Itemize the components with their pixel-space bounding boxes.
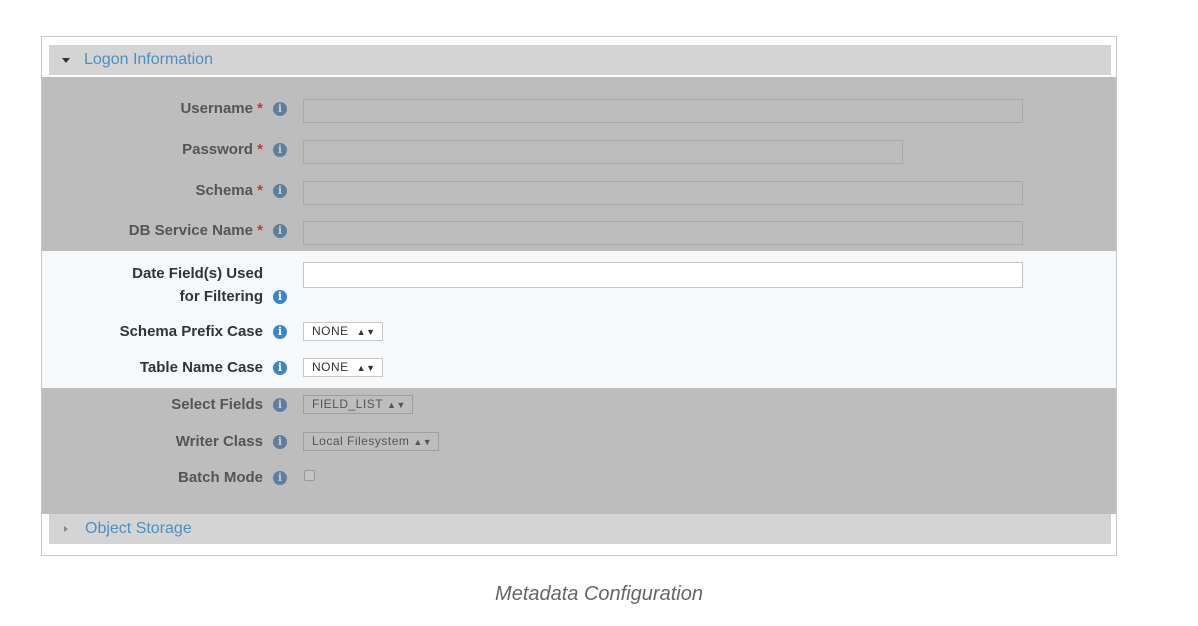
date-fields-input[interactable]	[303, 262, 1023, 288]
writer-class-label: Writer Class	[175, 433, 263, 450]
username-input[interactable]	[303, 99, 1023, 123]
object-storage-section-header[interactable]: Object Storage	[49, 514, 1111, 544]
info-icon[interactable]: i	[273, 290, 287, 304]
table-name-case-label: Table Name Case	[139, 359, 263, 376]
table-name-case-select[interactable]: NONE ▲▼	[303, 358, 383, 377]
select-fields-label: Select Fields	[171, 396, 263, 413]
required-marker: *	[257, 141, 263, 158]
info-icon[interactable]: i	[273, 325, 287, 339]
username-label: Username *	[180, 100, 263, 117]
schema-prefix-case-label: Schema Prefix Case	[119, 323, 263, 340]
required-marker: *	[257, 182, 263, 199]
info-icon[interactable]: i	[273, 361, 287, 375]
required-marker: *	[257, 222, 263, 239]
info-icon[interactable]: i	[273, 471, 287, 485]
info-icon[interactable]: i	[273, 143, 287, 157]
select-fields-select[interactable]: FIELD_LIST ▲▼	[303, 395, 413, 414]
schema-label: Schema *	[195, 182, 263, 199]
password-input[interactable]	[303, 140, 903, 164]
batch-mode-checkbox[interactable]	[304, 470, 315, 481]
schema-input[interactable]	[303, 181, 1023, 205]
password-label: Password *	[182, 141, 263, 158]
caret-right-icon	[64, 526, 68, 532]
info-icon[interactable]: i	[273, 102, 287, 116]
date-fields-label-line1: Date Field(s) Used	[132, 265, 263, 282]
info-icon[interactable]: i	[273, 398, 287, 412]
logon-section-header[interactable]: Logon Information	[49, 45, 1111, 75]
date-fields-label-line2: for Filtering	[179, 288, 263, 305]
select-arrows-icon: ▲▼	[387, 400, 406, 410]
object-storage-section-title: Object Storage	[85, 520, 192, 537]
schema-prefix-case-select[interactable]: NONE ▲▼	[303, 322, 383, 341]
info-icon[interactable]: i	[273, 184, 287, 198]
db-service-name-input[interactable]	[303, 221, 1023, 245]
select-arrows-icon: ▲▼	[356, 363, 376, 373]
logon-section-title: Logon Information	[84, 51, 213, 68]
required-marker: *	[257, 100, 263, 117]
caret-down-icon	[62, 57, 70, 63]
figure-caption: Metadata Configuration	[495, 583, 703, 605]
select-arrows-icon: ▲▼	[413, 437, 433, 447]
db-service-name-label: DB Service Name *	[128, 222, 263, 239]
info-icon[interactable]: i	[273, 435, 287, 449]
select-arrows-icon: ▲▼	[356, 327, 376, 337]
batch-mode-label: Batch Mode	[177, 469, 263, 486]
writer-class-select[interactable]: Local Filesystem ▲▼	[303, 432, 440, 451]
info-icon[interactable]: i	[273, 224, 287, 238]
metadata-config-panel: Logon Information Username * i Password …	[41, 36, 1117, 556]
